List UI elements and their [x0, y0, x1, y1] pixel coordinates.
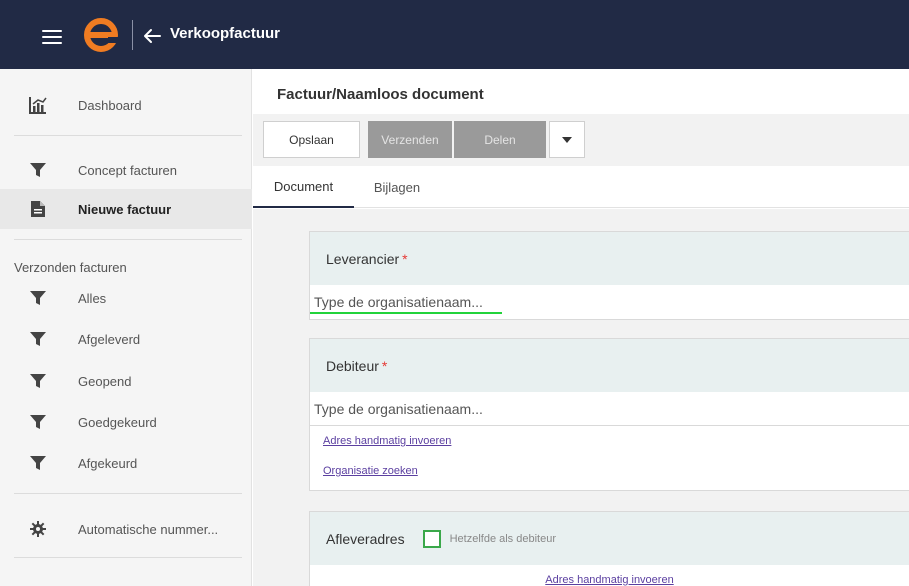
sidebar-item-label: Alles — [78, 290, 107, 306]
app-logo[interactable] — [82, 17, 120, 53]
debtor-manual-address-link[interactable]: Adres handmatig invoeren — [310, 426, 909, 456]
main-panel: Factuur/Naamloos document Opslaan Verzen… — [253, 69, 909, 586]
header-divider — [132, 20, 133, 50]
sidebar-item-label: Afgekeurd — [78, 455, 138, 471]
sidebar-item-label: Automatische nummer... — [78, 521, 219, 537]
sidebar-divider — [14, 135, 242, 136]
debtor-card-header: Debiteur * — [310, 339, 909, 392]
app-title: Verkoopfactuur — [170, 25, 281, 42]
delivery-card-header: Afleveradres Hetzelfde als debiteur — [310, 512, 909, 565]
sidebar-item-nieuwe-factuur[interactable]: Nieuwe factuur — [0, 189, 252, 229]
sidebar-item-afgekeurd[interactable]: Afgekeurd — [0, 443, 252, 483]
hamburger-menu-icon[interactable] — [42, 30, 62, 44]
filter-icon — [28, 453, 48, 473]
back-arrow-icon[interactable] — [142, 28, 162, 44]
tab-document[interactable]: Document — [253, 166, 354, 208]
required-marker: * — [381, 357, 388, 374]
delivery-address-card: Afleveradres Hetzelfde als debiteur Adre… — [309, 511, 909, 586]
page-title: Factuur/Naamloos document — [277, 86, 484, 103]
sidebar: Dashboard Concept facturen Nieuwe factuu… — [0, 69, 252, 586]
filter-icon — [28, 412, 48, 432]
sidebar-section-title: Verzonden facturen — [14, 260, 127, 275]
tab-bar: Document Bijlagen — [253, 166, 909, 208]
filter-icon — [28, 329, 48, 349]
sidebar-item-goedgekeurd[interactable]: Goedgekeurd — [0, 402, 252, 442]
same-as-debtor-label: Hetzelfde als debiteur — [449, 532, 556, 545]
sidebar-divider — [14, 557, 242, 558]
required-marker: * — [402, 250, 408, 267]
send-button[interactable]: Verzenden — [368, 121, 452, 158]
sidebar-item-dashboard[interactable]: Dashboard — [0, 85, 252, 125]
share-button[interactable]: Delen — [454, 121, 546, 158]
sidebar-item-afgeleverd[interactable]: Afgeleverd — [0, 319, 252, 359]
debtor-card: Debiteur * Type de organisatienaam... Adr… — [309, 338, 909, 491]
sidebar-item-label: Goedgekeurd — [78, 414, 157, 430]
sidebar-divider — [14, 239, 242, 240]
sidebar-item-label: Nieuwe factuur — [78, 201, 172, 217]
input-focus-underline — [310, 312, 502, 314]
caret-down-icon — [562, 136, 572, 143]
gear-icon — [28, 519, 48, 539]
toolbar: Opslaan Verzenden Delen — [253, 114, 909, 166]
filter-icon — [28, 160, 48, 180]
sidebar-item-alles[interactable]: Alles — [0, 278, 252, 318]
tab-bijlagen[interactable]: Bijlagen — [361, 166, 433, 208]
supplier-card-header: Leverancier * — [310, 232, 909, 285]
debtor-label: Debiteur — [326, 357, 379, 374]
sidebar-item-label: Geopend — [78, 373, 132, 389]
delivery-manual-address-link[interactable]: Adres handmatig invoeren — [310, 565, 909, 586]
filter-icon — [28, 371, 48, 391]
supplier-label: Leverancier — [326, 250, 400, 267]
sidebar-divider — [14, 493, 242, 494]
sidebar-item-label: Afgeleverd — [78, 331, 141, 347]
dashboard-chart-icon — [28, 95, 48, 115]
sidebar-item-concept-facturen[interactable]: Concept facturen — [0, 150, 252, 190]
debtor-search-organisation-link[interactable]: Organisatie zoeken — [310, 456, 909, 486]
save-button[interactable]: Opslaan — [263, 121, 360, 158]
supplier-card: Leverancier * Type de organisatienaam... — [309, 231, 909, 320]
sidebar-item-geopend[interactable]: Geopend — [0, 361, 252, 401]
document-icon — [28, 199, 48, 219]
delivery-label: Afleveradres — [326, 530, 405, 547]
more-options-dropdown[interactable] — [549, 121, 585, 158]
top-bar: Verkoopfactuur — [0, 0, 909, 69]
sidebar-item-label: Dashboard — [78, 97, 142, 113]
same-as-debtor-checkbox[interactable] — [422, 529, 441, 548]
debtor-input[interactable]: Type de organisatienaam... — [310, 392, 909, 426]
form-area: Leverancier * Type de organisatienaam... … — [253, 209, 909, 586]
sidebar-item-automatische-nummering[interactable]: Automatische nummer... — [0, 509, 252, 549]
filter-icon — [28, 288, 48, 308]
sidebar-item-label: Concept facturen — [78, 162, 178, 178]
